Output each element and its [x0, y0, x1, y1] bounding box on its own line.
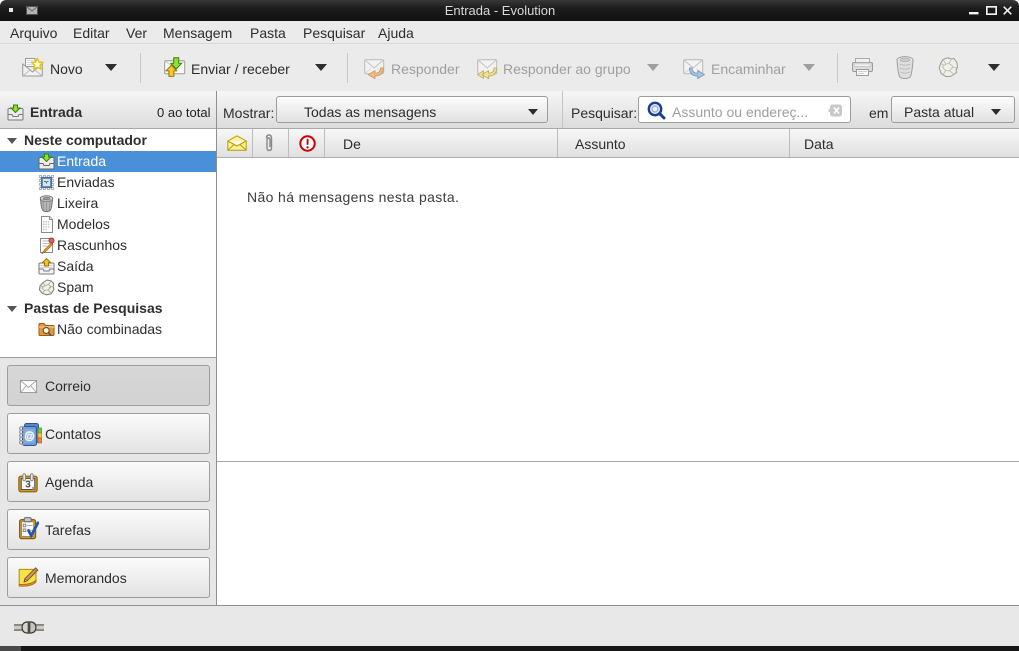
svg-text:3: 3 — [25, 480, 31, 491]
svg-text:@: @ — [24, 432, 34, 443]
